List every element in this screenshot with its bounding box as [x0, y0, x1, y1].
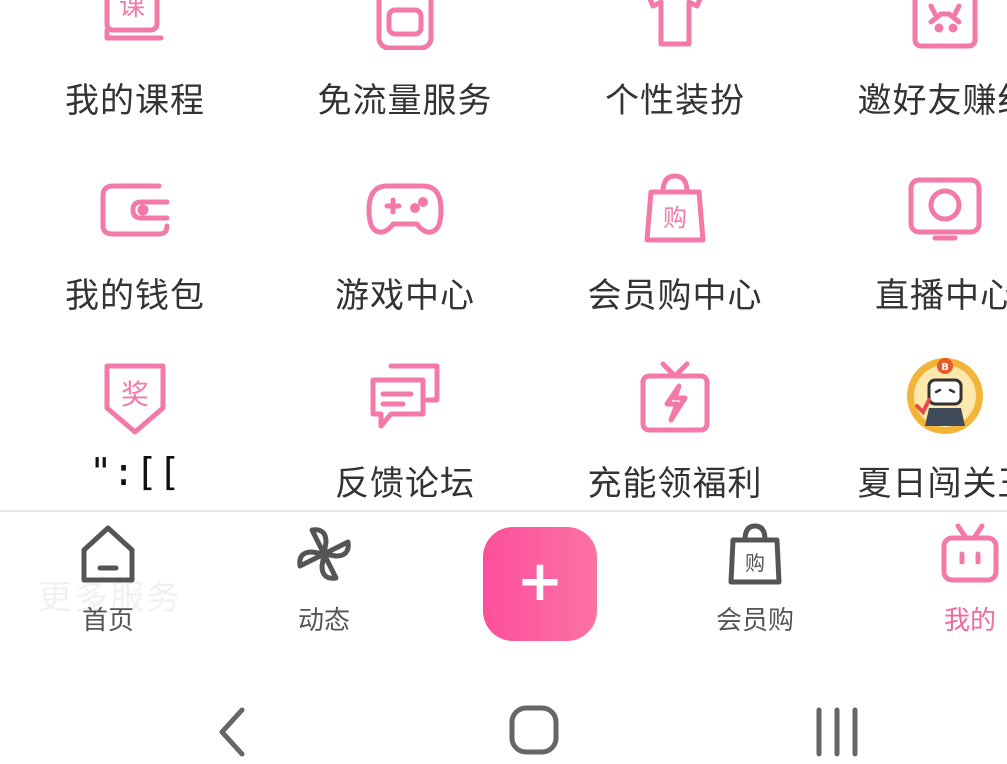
home-button-icon[interactable] [499, 704, 569, 764]
tshirt-icon [635, 0, 715, 50]
service-label: 反馈论坛 [335, 464, 475, 504]
service-invite-friends[interactable]: 邀好友赚红 [810, 0, 1007, 160]
shopping-bag-icon: 购 [635, 168, 715, 248]
service-label: 充能领福利 [587, 464, 763, 504]
publish-button[interactable]: + [483, 527, 597, 641]
wallet-icon [95, 168, 175, 248]
service-personal-dress[interactable]: 个性装扮 [540, 0, 810, 160]
service-label: 个性装扮 [605, 81, 745, 121]
service-charge-benefits[interactable]: 充能领福利 [540, 356, 810, 510]
svg-text:奖: 奖 [121, 378, 149, 411]
phone-card-icon [365, 0, 445, 50]
service-feedback-forum[interactable]: 反馈论坛 [270, 356, 540, 510]
recents-icon[interactable] [802, 704, 872, 764]
service-my-courses[interactable]: 课 我的课程 [0, 0, 270, 160]
tab-home[interactable]: 首页 [28, 512, 188, 642]
gamepad-icon [365, 168, 445, 248]
gift-lightning-icon [635, 356, 715, 436]
tab-mall[interactable]: 购 会员购 [675, 512, 835, 642]
svg-text:购: 购 [745, 551, 765, 575]
svg-text:课: 课 [119, 0, 145, 22]
back-icon[interactable] [198, 704, 268, 764]
bilibili-tv-icon [938, 522, 1002, 586]
service-summer-challenge[interactable]: B 夏日闯关王 [810, 356, 1007, 510]
invite-tv-icon [905, 0, 985, 50]
tab-label: 动态 [297, 606, 350, 636]
bottom-tab-bar: 更多服务 首页 动态 + 购 会员购 我的 [0, 512, 1007, 660]
service-label: 我的课程 [65, 81, 205, 121]
service-my-wallet[interactable]: 我的钱包 [0, 168, 270, 358]
service-label: 会员购中心 [587, 276, 763, 316]
service-game-center[interactable]: 游戏中心 [270, 168, 540, 358]
summer-challenge-badge-icon: B [905, 356, 985, 436]
service-label: 直播中心 [875, 276, 1007, 316]
pinwheel-icon [292, 522, 356, 586]
service-mall-center[interactable]: 购 会员购中心 [540, 168, 810, 358]
service-live-center[interactable]: 直播中心 [810, 168, 1007, 358]
service-free-data[interactable]: 免流量服务 [270, 0, 540, 160]
tab-dynamic[interactable]: 动态 [244, 512, 404, 642]
chat-bubbles-icon [365, 356, 445, 436]
house-icon [76, 522, 140, 586]
award-badge-icon: 奖 [95, 356, 175, 436]
more-services-grid: 课 我的课程 免流量服务 个性装扮 邀好友赚 我的钱包 游戏中心 购 会员购中心… [0, 0, 1007, 510]
service-label: 夏日闯关王 [857, 464, 1007, 504]
svg-text:购: 购 [663, 204, 687, 232]
live-tv-icon [905, 168, 985, 248]
tab-mine[interactable]: 我的 [890, 512, 1007, 642]
shopping-bag-icon: 购 [723, 522, 787, 586]
service-label: 免流量服务 [317, 81, 493, 121]
service-label: 邀好友赚红 [857, 81, 1007, 121]
tab-label: 会员购 [715, 606, 794, 636]
svg-text:B: B [941, 362, 949, 373]
service-label: 游戏中心 [335, 276, 475, 316]
tab-label: 我的 [943, 606, 996, 636]
service-label: 我的钱包 [65, 276, 205, 316]
system-navigation-bar [0, 660, 1007, 758]
tab-label: 首页 [81, 606, 134, 636]
service-award[interactable]: 奖 ":[[ [0, 356, 270, 510]
service-label-corrupted: ":[[ [89, 450, 181, 494]
course-book-icon: 课 [95, 0, 175, 50]
